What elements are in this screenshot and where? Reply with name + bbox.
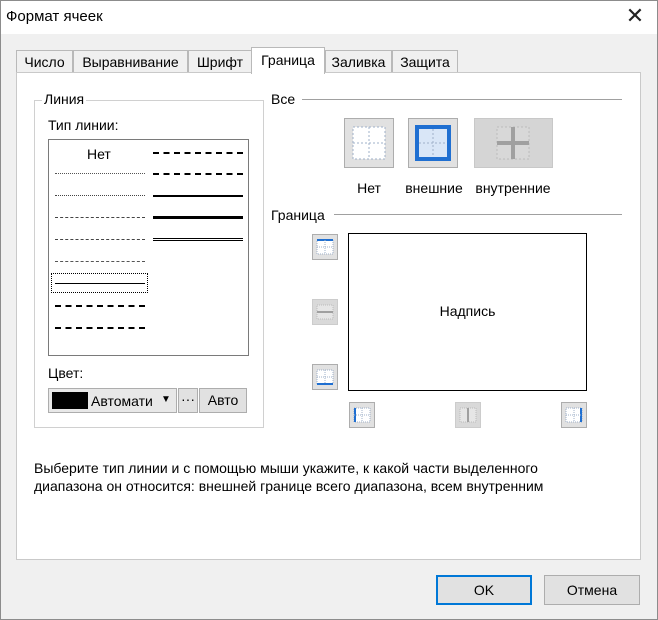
preset-inside-button[interactable]: [474, 118, 553, 168]
border-top-button[interactable]: [312, 234, 338, 260]
preset-inside-label: внутренние: [475, 180, 551, 196]
tab-alignment[interactable]: Выравнивание: [73, 50, 188, 72]
line-style-dash-dot[interactable]: [55, 239, 145, 240]
color-dropdown-button[interactable]: ▼: [157, 388, 177, 413]
auto-color-button[interactable]: Авто: [199, 388, 247, 413]
preset-outline-icon: [415, 125, 451, 161]
preview-text: Надпись: [439, 303, 496, 319]
line-group-title: Линия: [42, 91, 87, 107]
line-style-medium-dash-dot-dot-2[interactable]: [153, 152, 243, 154]
more-colors-button[interactable]: ···: [178, 388, 198, 413]
chevron-down-icon: ▼: [161, 394, 171, 405]
color-label: Цвет:: [48, 365, 84, 381]
preset-none-label: Нет: [357, 180, 381, 196]
line-style-medium[interactable]: [153, 195, 243, 197]
color-value: Автомати: [91, 393, 153, 409]
color-swatch: [52, 392, 88, 409]
line-style-slanted-dash-dot[interactable]: [55, 327, 145, 329]
preset-inside-icon: [496, 126, 530, 160]
window-title: Формат ячеек: [6, 8, 103, 25]
line-style-dotted[interactable]: [55, 195, 145, 196]
help-line-1: Выберите тип линии и с помощью мыши укаж…: [34, 460, 538, 476]
help-line-2: диапазона он относится: внешней границе …: [34, 478, 544, 494]
title-bar: Формат ячеек ✕: [0, 0, 658, 34]
tab-protection[interactable]: Защита: [392, 50, 458, 72]
border-separator: [334, 214, 622, 215]
line-style-double[interactable]: [153, 238, 243, 241]
border-top-icon: [316, 239, 334, 255]
preset-none-icon: [352, 126, 386, 160]
line-type-label: Тип линии:: [48, 117, 119, 133]
border-preview[interactable]: Надпись: [348, 233, 587, 391]
line-style-medium-dash-dot-2[interactable]: [153, 173, 243, 175]
border-inside-horizontal-icon: [316, 304, 334, 320]
line-style-thin[interactable]: [55, 283, 145, 284]
presets-title: Все: [271, 91, 296, 107]
border-left-button[interactable]: [349, 402, 375, 428]
tab-number[interactable]: Число: [16, 50, 73, 72]
preset-outline-label: внешние: [405, 180, 463, 196]
preset-none-button[interactable]: [344, 118, 394, 168]
line-style-dash-dot-dot[interactable]: [55, 217, 145, 218]
border-title: Граница: [271, 207, 325, 223]
line-style-list[interactable]: Нет: [48, 139, 249, 356]
cancel-button[interactable]: Отмена: [544, 575, 640, 605]
presets-separator: [302, 99, 622, 100]
help-text: Выберите тип линии и с помощью мыши укаж…: [34, 459, 604, 495]
border-right-icon: [565, 407, 583, 423]
tab-font[interactable]: Шрифт: [188, 50, 252, 72]
border-bottom-icon: [316, 369, 334, 385]
border-inside-horizontal-button[interactable]: [312, 299, 338, 325]
ok-button[interactable]: OK: [436, 575, 532, 605]
line-style-dashed[interactable]: [55, 261, 145, 262]
close-icon[interactable]: ✕: [622, 5, 648, 29]
line-style-none[interactable]: Нет: [87, 146, 111, 162]
line-style-hairline[interactable]: [55, 173, 145, 174]
tab-fill[interactable]: Заливка: [325, 50, 392, 72]
line-style-thick[interactable]: [153, 216, 243, 219]
border-left-icon: [353, 407, 371, 423]
border-right-button[interactable]: [561, 402, 587, 428]
border-inside-vertical-icon: [459, 407, 477, 423]
border-inside-vertical-button[interactable]: [455, 402, 481, 428]
line-style-medium-dash-dot-dot[interactable]: [55, 305, 145, 307]
border-bottom-button[interactable]: [312, 364, 338, 390]
tab-border[interactable]: Граница: [251, 47, 325, 74]
preset-outline-button[interactable]: [408, 118, 458, 168]
